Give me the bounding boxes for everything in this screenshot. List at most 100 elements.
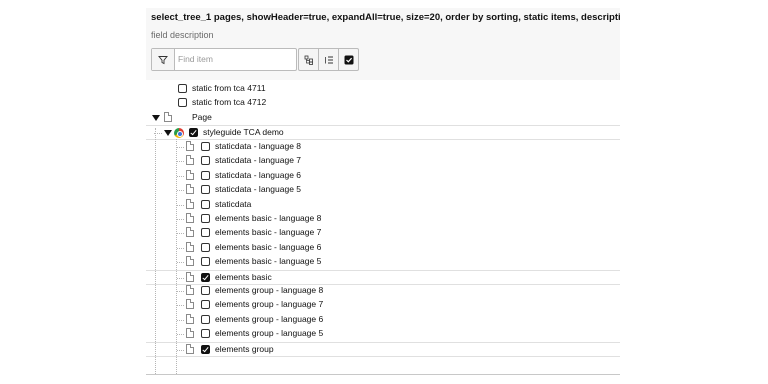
checkbox-toggle-icon [344,55,353,64]
tree-node[interactable]: staticdata [146,198,620,212]
tree-connector [177,277,184,279]
expand-arrow-icon[interactable] [164,130,172,136]
list-tree-icon [324,56,333,63]
static-item[interactable]: static from tca 4711 [146,82,620,96]
tree-node[interactable]: elements group - language 6 [146,313,620,327]
tree-node[interactable]: elements group [146,341,620,357]
page-icon [186,141,194,151]
checkbox[interactable] [178,84,187,93]
tree-node[interactable]: staticdata - language 6 [146,169,620,183]
tree-node[interactable]: staticdata - language 7 [146,154,620,168]
tree-connector [177,161,184,163]
tree-node-label: elements basic - language 8 [215,213,322,223]
tree-node-label: elements basic [215,271,272,282]
checkbox[interactable] [201,286,210,295]
tree-node-label: staticdata [215,198,252,209]
tree-actions [298,48,359,71]
page-tree: static from tca 4711 static from tca 471… [146,80,620,374]
page-icon [186,313,194,324]
checkbox-toggle-button[interactable] [339,49,358,70]
checkbox[interactable] [201,185,210,195]
tree-node[interactable]: staticdata - language 8 [146,140,620,154]
field-description: field description [151,30,214,40]
tree-node-label: elements basic - language 7 [215,227,322,238]
page-icon [186,169,194,180]
tree-node-label: staticdata - language 8 [215,141,302,151]
checkbox[interactable] [201,242,210,252]
field-title: select_tree_1 pages, showHeader=true, ex… [151,12,620,23]
list-tree-button[interactable] [319,49,339,70]
page-icon [186,227,194,238]
site-root-icon [174,128,184,138]
checkbox[interactable] [201,156,210,166]
search-box [151,48,297,71]
tree-node-label: elements group - language 6 [215,313,324,324]
page-icon [186,285,194,295]
tree-header-row: Page [146,111,620,125]
tree-header-label: Page [192,112,212,122]
checkbox[interactable] [201,142,210,151]
tree-node[interactable]: elements basic - language 5 [146,255,620,269]
checkbox[interactable] [201,228,210,238]
tree-connector [177,204,184,206]
checkbox[interactable] [189,128,198,137]
tree-connector [177,262,184,264]
checkbox[interactable] [201,170,210,180]
tree-node-label: elements group - language 7 [215,299,324,310]
page-icon [186,184,194,195]
tree-node-label: elements group [215,343,274,354]
tree-node[interactable]: elements basic - language 8 [146,212,620,226]
checkbox[interactable] [201,257,210,267]
tree-connector [177,175,184,177]
checkbox[interactable] [201,199,210,209]
filter-button[interactable] [152,49,175,70]
checkbox[interactable] [178,98,187,107]
checkbox[interactable] [201,344,210,354]
expand-arrow-icon[interactable] [152,115,160,121]
static-item[interactable]: static from tca 4712 [146,96,620,110]
tree-connector [177,147,184,148]
tree-connector [177,233,184,235]
page-icon [186,155,194,166]
tree-connector [177,190,184,192]
tree-node[interactable]: elements basic - language 7 [146,226,620,240]
page-icon [186,328,194,339]
tree-node[interactable]: elements group - language 8 [146,284,620,298]
tree-node-label: elements group - language 5 [215,328,324,339]
page-icon [164,112,172,122]
checkbox[interactable] [201,300,210,310]
tree-node-label: styleguide TCA demo [203,127,284,137]
tree-node-label: elements basic - language 6 [215,241,322,252]
tree-node-label: staticdata - language 7 [215,155,302,166]
tree-node-label: elements group - language 8 [215,285,324,295]
tree-node-label: staticdata - language 5 [215,184,302,195]
tree-connector [177,247,184,249]
tree-node[interactable]: elements basic - language 6 [146,241,620,255]
page-icon [186,299,194,310]
checkbox[interactable] [201,329,210,339]
search-input[interactable] [176,49,296,68]
tree-connector [177,219,184,220]
checkbox[interactable] [201,272,210,282]
tree-node[interactable]: elements group - language 5 [146,327,620,341]
tree-node-label: staticdata - language 6 [215,169,302,180]
static-item-label: static from tca 4712 [192,97,267,107]
expand-collapse-icon [304,55,313,65]
tree-node-label: elements basic - language 5 [215,256,322,267]
tree-node[interactable]: elements basic [146,269,620,285]
page-icon [186,213,194,223]
checkbox[interactable] [201,214,210,223]
tree-node[interactable]: staticdata - language 5 [146,183,620,197]
tree-connector [177,305,184,307]
expand-collapse-button[interactable] [299,49,319,70]
select-tree-field: select_tree_1 pages, showHeader=true, ex… [146,8,620,375]
tree-connector [177,319,184,321]
checkbox[interactable] [201,314,210,324]
tree-connector [177,349,184,351]
static-item-label: static from tca 4711 [192,83,266,93]
tree-root-node[interactable]: styleguide TCA demo [146,125,620,140]
page-icon [186,271,194,282]
tree-connector [177,334,184,336]
page-icon [186,241,194,252]
tree-node[interactable]: elements group - language 7 [146,298,620,312]
